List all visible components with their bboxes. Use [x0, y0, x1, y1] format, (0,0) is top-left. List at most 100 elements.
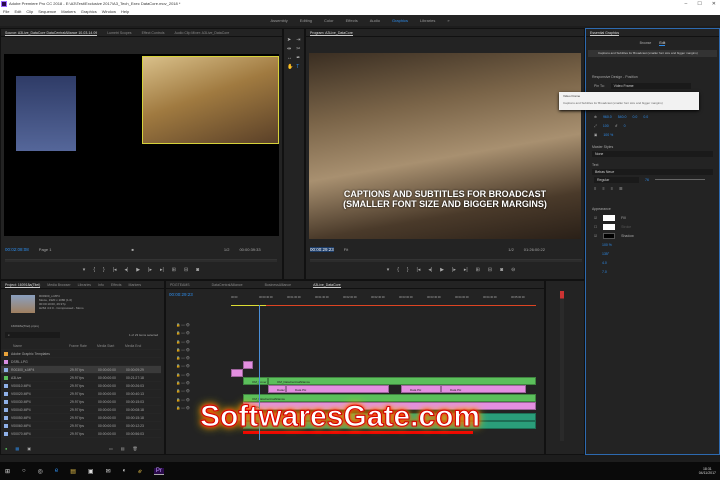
app-icon[interactable]: ◐ — [123, 468, 127, 474]
vr-icon[interactable]: ⊖ — [511, 267, 515, 273]
workspace-effects[interactable]: Effects — [346, 15, 358, 26]
font-size-slider[interactable] — [654, 179, 705, 180]
font-style-select[interactable]: Regular — [594, 176, 639, 183]
ripple-edit-icon[interactable]: ⇹ — [287, 46, 293, 52]
export-frame-icon[interactable]: ◙ — [500, 267, 503, 273]
out-point-icon[interactable]: } — [407, 267, 409, 273]
tab-markers[interactable]: Markers — [129, 281, 142, 288]
program-video[interactable]: CAPTIONS AND SUBTITLES FOR BROADCAST (SMA… — [309, 53, 581, 239]
lift-icon[interactable]: ⊞ — [476, 267, 480, 273]
tab-program[interactable]: Program: A3Live_DataCore — [310, 29, 353, 36]
marker-icon[interactable]: ▾ — [387, 267, 390, 273]
align-left-icon[interactable]: ≡ — [594, 186, 596, 191]
menu-sequence[interactable]: Sequence — [38, 8, 56, 15]
pen-tool-icon[interactable]: ✒ — [296, 55, 301, 61]
clip[interactable]: Data PH — [441, 385, 526, 393]
export-frame-icon[interactable]: ◙ — [196, 267, 199, 273]
tab-libraries[interactable]: Libraries — [78, 281, 91, 288]
label-color-swatch[interactable] — [4, 352, 8, 356]
menu-file[interactable]: File — [3, 8, 9, 15]
trash-icon[interactable]: 🗑 — [133, 446, 138, 451]
play-icon[interactable]: ▶ — [136, 267, 140, 273]
play-icon[interactable]: ▶ — [440, 267, 444, 273]
align-center-icon[interactable]: ≡ — [602, 186, 604, 191]
label-color-swatch[interactable] — [4, 416, 8, 420]
column-media-start[interactable]: Media Start — [97, 342, 125, 349]
track-header[interactable]: 🔒 ▭ 👁 — [176, 346, 226, 354]
out-point-icon[interactable]: } — [103, 267, 105, 273]
tab-info[interactable]: Info — [98, 281, 104, 288]
label-color-swatch[interactable] — [4, 384, 8, 388]
stroke-checkbox[interactable]: ☐ — [594, 225, 597, 229]
minimize-button[interactable]: – — [685, 0, 688, 8]
clip[interactable]: Data PH — [401, 385, 441, 393]
shadow-distance[interactable]: 4.0 — [602, 261, 607, 265]
timeline-timecode[interactable]: 00:00:29:23 — [169, 292, 193, 297]
scale-value[interactable]: 100 — [603, 124, 609, 128]
track-header[interactable]: 🔒 ▭ 👁 — [176, 329, 226, 337]
label-color-swatch[interactable] — [4, 360, 8, 364]
step-forward-icon[interactable]: |▸ — [452, 267, 456, 273]
go-to-out-icon[interactable]: ▸| — [464, 267, 468, 273]
fill-checkbox[interactable]: ☑ — [594, 216, 597, 220]
maximize-button[interactable]: ☐ — [697, 0, 701, 8]
column-media-end[interactable]: Media End — [125, 342, 153, 349]
browse-tab[interactable]: Browse — [640, 41, 652, 46]
project-search-input[interactable]: ⌕ — [5, 332, 60, 338]
project-row[interactable]: V00040.MP4 29.97 fps 00:00:00:00 00:00:08:1… — [1, 406, 161, 414]
edit-tab[interactable]: Edit — [659, 41, 666, 46]
label-color-swatch[interactable] — [4, 424, 8, 428]
type-tool-icon[interactable]: T — [296, 64, 301, 70]
tab-essential-graphics[interactable]: Essential Graphics — [590, 29, 620, 36]
tab-lumetri-scopes[interactable]: Lumetri Scopes — [107, 29, 131, 36]
go-to-out-icon[interactable]: ▸| — [160, 267, 164, 273]
clip[interactable]: OM_DataCentralAlliance — [268, 377, 536, 385]
timeline-ruler[interactable]: 00:00 00:00:30:00 00:01:00:00 00:01:30:00 00… — [231, 296, 536, 304]
slip-tool-icon[interactable]: ↔ — [287, 55, 293, 61]
track-header[interactable]: 🔒 ▭ 👁 — [176, 321, 226, 329]
project-row[interactable]: V00070.MP4 29.97 fps 00:00:00:00 00:00:56:0… — [1, 430, 161, 438]
close-button[interactable]: ✕ — [712, 0, 716, 8]
source-page-select[interactable]: Page 1 — [39, 247, 52, 252]
dropdown-option-video-frame[interactable]: Video Frame — [563, 94, 695, 98]
label-color-swatch[interactable] — [4, 376, 8, 380]
program-fit-select[interactable]: Fit — [344, 247, 348, 252]
source-scrubber[interactable] — [5, 259, 277, 262]
project-row[interactable]: DSRL.LPG — [1, 358, 161, 366]
track-header[interactable]: 🔒 ▭ 👁 — [176, 371, 226, 379]
fill-swatch[interactable] — [603, 214, 616, 221]
track-header[interactable]: 🔒 ▭ 👁 — [176, 354, 226, 362]
razor-tool-icon[interactable]: ✂ — [296, 46, 301, 52]
step-back-icon[interactable]: ◂| — [124, 267, 128, 273]
project-row[interactable]: V00060.MP4 29.97 fps 00:00:00:00 00:00:12:2… — [1, 422, 161, 430]
step-back-icon[interactable]: ◂| — [428, 267, 432, 273]
workspace-audio[interactable]: Audio — [370, 15, 380, 26]
workspace-libraries[interactable]: Libraries — [420, 15, 435, 26]
source-marker-icon[interactable]: ■ — [131, 247, 133, 252]
anchor-y[interactable]: 0.0 — [643, 115, 648, 119]
pin-to-select[interactable]: Video Frame — [610, 82, 691, 89]
track-header[interactable]: 🔒 ▭ 👁 — [176, 362, 226, 370]
track-header[interactable]: 🔒 ▭ 👁 — [176, 338, 226, 346]
program-timecode[interactable]: 00:00:29:23 — [310, 247, 334, 252]
go-to-in-icon[interactable]: |◂ — [113, 267, 117, 273]
clip[interactable]: OM_Cover — [243, 377, 268, 385]
extract-icon[interactable]: ⊟ — [488, 267, 492, 273]
windows-start-icon[interactable]: ⊞ — [5, 468, 10, 475]
ie-icon[interactable]: ℯ — [138, 468, 142, 475]
rotation-value[interactable]: 0 — [624, 124, 626, 128]
workspace-more[interactable]: » — [447, 15, 449, 26]
in-point-icon[interactable]: { — [397, 267, 399, 273]
menu-markers[interactable]: Markers — [61, 8, 75, 15]
opacity-value[interactable]: 100 % — [603, 133, 613, 137]
workspace-color[interactable]: Color — [324, 15, 334, 26]
task-view-icon[interactable]: ◎ — [38, 468, 43, 475]
tab-media-browser[interactable]: Media Browser — [47, 281, 70, 288]
project-row[interactable]: V00030.MP4 29.97 fps 00:00:00:00 00:00:15:0… — [1, 398, 161, 406]
anchor-x[interactable]: 0.0 — [632, 115, 637, 119]
source-timecode[interactable]: 00:02:08:08 — [5, 247, 29, 252]
clock[interactable]: 18:31 04/11/2017 — [699, 467, 716, 475]
mail-icon[interactable]: ✉ — [106, 468, 111, 475]
hand-tool-icon[interactable]: ✋ — [287, 64, 293, 70]
selection-tool-icon[interactable]: ➤ — [287, 37, 293, 43]
